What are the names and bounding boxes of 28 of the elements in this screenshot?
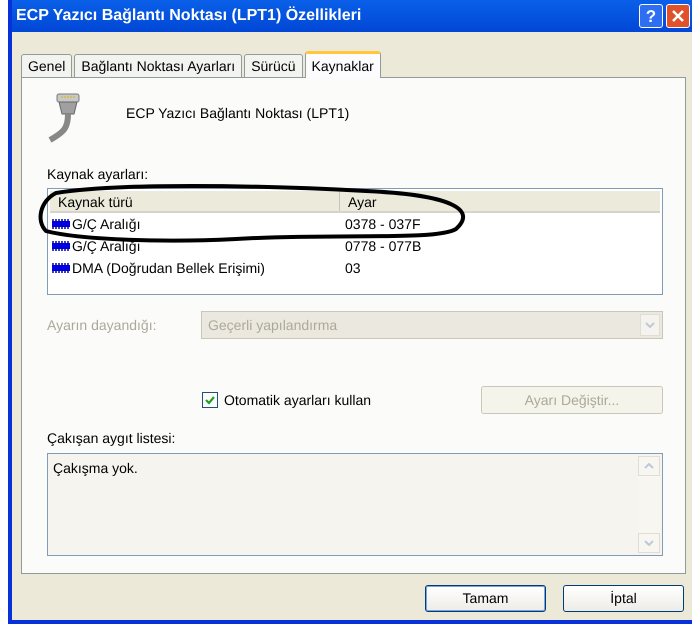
dialog-button[interactable]: Tamam: [425, 585, 546, 612]
chip-icon: [52, 219, 70, 229]
tab[interactable]: Genel: [21, 54, 72, 77]
resource-setting: 03: [344, 258, 361, 278]
column-header[interactable]: Ayar: [340, 191, 377, 211]
resource-setting: 0378 - 037F: [344, 214, 420, 234]
help-button[interactable]: ?: [639, 4, 663, 28]
auto-settings-checkbox[interactable]: Otomatik ayarları kullan: [202, 390, 372, 410]
tab[interactable]: Kaynaklar: [304, 51, 381, 78]
column-header[interactable]: Kaynak türü: [50, 191, 340, 211]
device-name: ECP Yazıcı Bağlantı Noktası (LPT1): [126, 104, 350, 123]
chip-icon: [52, 241, 70, 251]
resource-type: G/Ç Aralığı: [72, 236, 140, 256]
conflicts-text-area: Çakışma yok.: [47, 453, 663, 556]
dialog-button[interactable]: İptal: [563, 585, 684, 612]
window-title: ECP Yazıcı Bağlantı Noktası (LPT1) Özellikleri: [16, 5, 362, 26]
based-on-label: Ayarın dayandığı:: [47, 316, 158, 335]
resource-type: DMA (Doğrudan Bellek Erişimi): [72, 258, 265, 278]
resource-type: G/Ç Aralığı: [72, 214, 140, 234]
tab[interactable]: Sürücü: [244, 54, 303, 77]
tab[interactable]: Bağlantı Noktası Ayarları: [74, 54, 242, 77]
close-icon: [672, 10, 684, 22]
checkmark-icon: [204, 394, 216, 406]
resource-setting: 0778 - 077B: [344, 236, 422, 256]
conflicts-label: Çakışan aygıt listesi:: [47, 429, 176, 448]
resources-label: Kaynak ayarları:: [47, 165, 150, 184]
chip-icon: [52, 263, 70, 273]
close-button[interactable]: [666, 4, 690, 28]
